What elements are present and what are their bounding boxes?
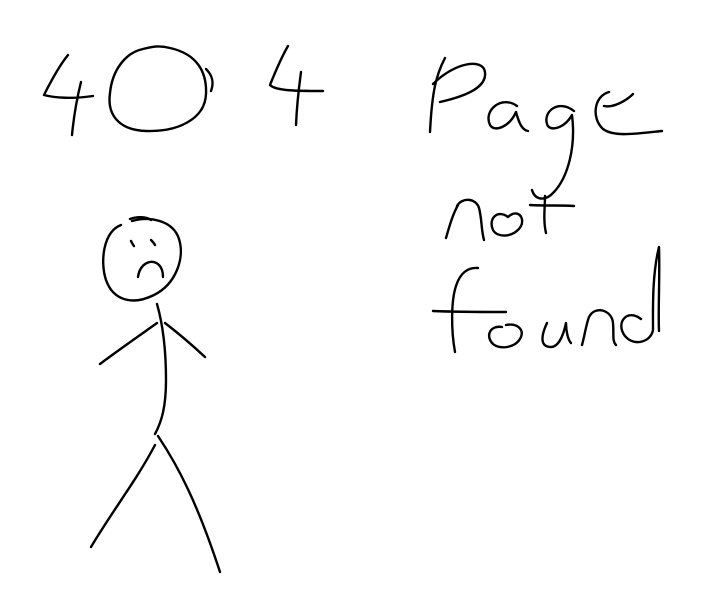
error-page: 404 Page not found [0, 0, 720, 595]
sad-stick-figure [89, 216, 222, 574]
hand-drawn-404-illustration [42, 44, 664, 574]
handwritten-error-code [42, 44, 325, 137]
stick-figure-frown [136, 260, 165, 279]
handwritten-digit-four-second [268, 44, 325, 127]
stick-figure-right-arm [163, 321, 207, 359]
handwritten-digit-four-first [42, 53, 95, 137]
handwritten-word-found [431, 245, 661, 354]
stick-figure-right-eye [149, 238, 157, 247]
stick-figure-right-leg [156, 434, 222, 574]
stick-figure-head [102, 217, 182, 302]
handwritten-message [428, 56, 664, 354]
handwritten-word-page [428, 56, 664, 200]
handwritten-digit-zero [108, 45, 214, 133]
stick-figure-left-leg [89, 443, 157, 549]
stick-figure-left-arm [98, 321, 159, 366]
handwritten-word-not [444, 194, 576, 242]
stick-figure-left-eye [129, 239, 136, 248]
